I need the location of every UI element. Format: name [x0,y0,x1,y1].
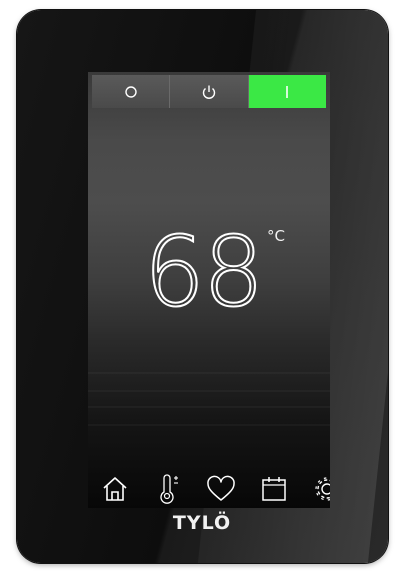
temperature-value: 68 [143,216,265,328]
nav-favorites[interactable] [201,471,241,507]
tab-standby[interactable] [170,75,249,108]
gear-icon [315,476,330,501]
water-texture [88,406,330,408]
thermometer-icon [160,473,178,504]
nav-temperature[interactable] [148,471,188,507]
touch-screen: 68 °C [88,72,330,508]
nav-home[interactable] [95,471,135,507]
heart-icon [207,475,235,501]
tab-on[interactable] [248,75,326,108]
temperature-unit: °C [267,227,285,245]
circle-icon [124,85,137,98]
mode-tabbar [92,75,326,108]
brand-logo-text: TYLÖ [172,512,232,534]
power-icon [202,85,216,99]
nav-calendar[interactable] [254,471,294,507]
tab-off[interactable] [92,75,171,108]
calendar-icon [262,476,286,501]
water-texture [88,390,330,392]
water-texture [88,372,330,374]
line-icon [286,85,289,98]
nav-settings[interactable] [307,471,330,507]
bottom-navigation [88,469,330,508]
brand-logo: TYLÖ [148,512,256,534]
water-texture [88,424,330,426]
home-icon [103,476,127,501]
